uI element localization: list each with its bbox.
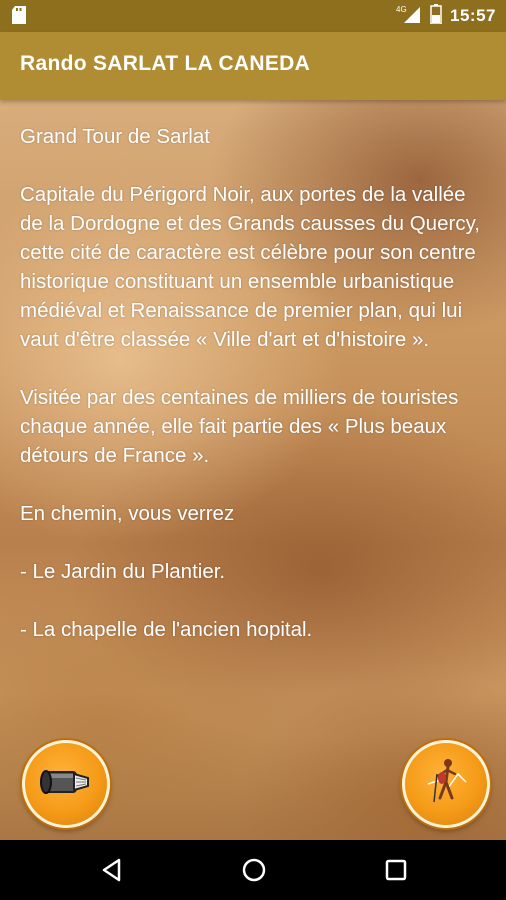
network-label: 4G — [396, 5, 407, 14]
hiker-icon — [418, 754, 474, 815]
recent-square-icon[interactable] — [383, 857, 409, 883]
list-item: - La chapelle de l'ancien hopital. — [20, 618, 313, 641]
paragraph: En chemin, vous verrez — [20, 502, 235, 525]
hike-button[interactable] — [402, 740, 490, 828]
list-item: - Le Jardin du Plantier. — [20, 560, 226, 583]
sd-card-icon — [12, 6, 26, 29]
navigation-bar — [0, 840, 506, 900]
content-area[interactable]: Grand Tour de Sarlat Capitale du Périgor… — [0, 100, 506, 840]
trail-heading: Grand Tour de Sarlat — [20, 125, 210, 148]
screen: 4G 15:57 Rando SARLAT LA CANEDA Grand To… — [0, 0, 506, 900]
paragraph: Visitée par des centaines de milliers de… — [20, 386, 459, 467]
battery-icon — [430, 3, 442, 29]
scroll-button[interactable] — [22, 740, 110, 828]
paragraph: Capitale du Périgord Noir, aux portes de… — [20, 183, 480, 351]
app-bar: Rando SARLAT LA CANEDA — [0, 32, 506, 100]
scroll-icon — [38, 762, 94, 807]
status-bar: 4G 15:57 — [0, 0, 506, 32]
signal-icon: 4G — [396, 4, 422, 29]
status-time: 15:57 — [450, 6, 496, 25]
home-circle-icon[interactable] — [241, 857, 267, 883]
status-icons: 4G 15:57 — [396, 0, 496, 32]
app-title: Rando SARLAT LA CANEDA — [20, 52, 311, 75]
back-triangle-icon[interactable] — [99, 857, 125, 883]
description-text: Grand Tour de Sarlat Capitale du Périgor… — [20, 122, 490, 673]
